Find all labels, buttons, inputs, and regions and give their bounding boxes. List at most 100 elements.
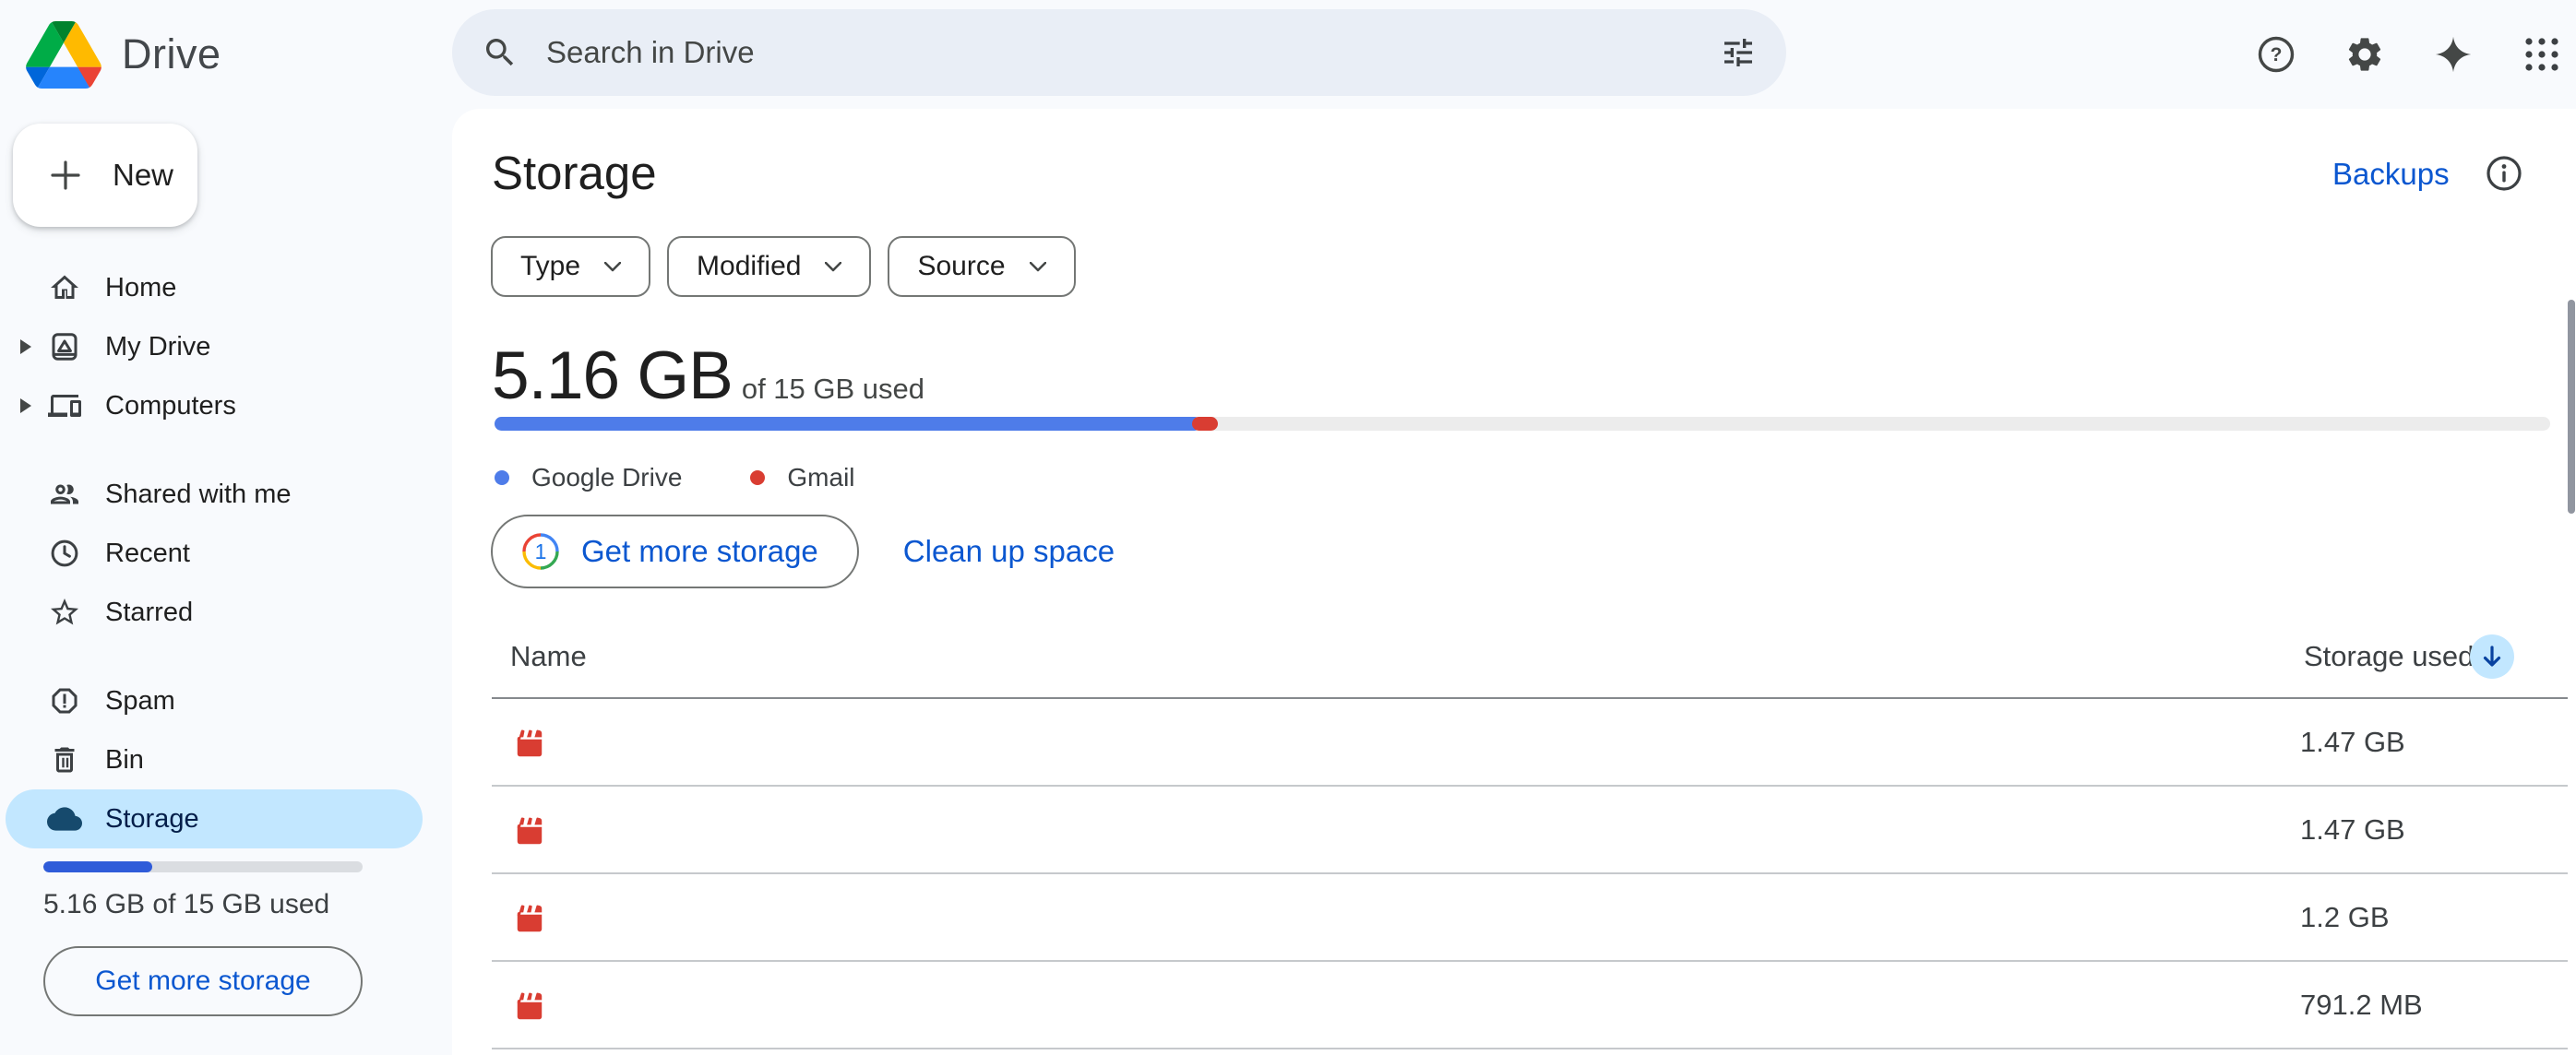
sidebar-nav: Home My Drive (6, 258, 430, 878)
video-file-icon (514, 990, 545, 1021)
gmail-usage-segment (1192, 417, 1218, 431)
computers-icon (46, 387, 83, 424)
name-column-header[interactable]: Name (510, 640, 587, 673)
storage-used-column-header[interactable]: Storage used (2304, 640, 2474, 673)
filter-chip-type[interactable]: Type (491, 236, 650, 297)
drive-triangle-logo-icon (26, 21, 101, 89)
backups-link[interactable]: Backups (2332, 157, 2450, 192)
legend-item-google-drive: Google Drive (495, 463, 682, 492)
svg-text:?: ? (2271, 44, 2283, 65)
sidebar-item-label: Home (105, 273, 176, 303)
main-content: Storage Backups Type Modified Source (452, 109, 2576, 1055)
filter-chips: Type Modified Source (491, 236, 1076, 297)
storage-actions: 1 Get more storage Clean up space (491, 515, 1115, 588)
table-row[interactable]: 1.47 GB (492, 787, 2568, 874)
chevron-down-icon (1030, 262, 1046, 272)
table-row[interactable]: 791.2 MB (492, 962, 2568, 1049)
video-file-icon (514, 727, 545, 758)
usage-legend: Google Drive Gmail (495, 463, 855, 492)
page-title: Storage (492, 146, 657, 200)
vertical-scrollbar[interactable] (2568, 300, 2575, 514)
storage-cloud-icon (46, 800, 83, 837)
sidebar-item-computers[interactable]: Computers (6, 376, 423, 435)
sidebar-storage-label: 5.16 GB of 15 GB used (43, 889, 329, 920)
help-icon[interactable]: ? (2255, 33, 2297, 76)
sidebar-item-bin[interactable]: Bin (6, 730, 423, 789)
file-size: 1.47 GB (2300, 813, 2405, 847)
video-file-icon (514, 902, 545, 933)
filter-chip-modified[interactable]: Modified (667, 236, 871, 297)
get-more-storage-label: Get more storage (581, 534, 818, 569)
file-size: 1.2 GB (2300, 901, 2390, 934)
bin-trash-icon (46, 741, 83, 778)
settings-gear-icon[interactable] (2343, 33, 2386, 76)
new-button[interactable]: New (13, 124, 197, 227)
gemini-spark-icon[interactable] (2432, 33, 2475, 76)
chevron-right-icon[interactable] (20, 398, 31, 413)
sidebar-item-label: My Drive (105, 332, 210, 362)
sidebar-item-home[interactable]: Home (6, 258, 423, 317)
sort-descending-button[interactable] (2470, 634, 2514, 679)
drive-logo[interactable]: Drive (26, 0, 221, 109)
table-header: Name Storage used (492, 616, 2568, 699)
storage-files-table: Name Storage used 1.47 GB (492, 616, 2568, 1049)
sidebar-item-starred[interactable]: Starred (6, 583, 423, 642)
info-icon[interactable] (2484, 153, 2524, 194)
tune-filters-icon[interactable] (1720, 34, 1757, 71)
sidebar-item-spam[interactable]: Spam (6, 671, 423, 730)
sidebar-storage-bar (43, 861, 363, 872)
plus-icon (46, 156, 85, 195)
search-icon[interactable] (482, 34, 519, 71)
star-icon (46, 594, 83, 631)
svg-text:1: 1 (535, 539, 547, 563)
my-drive-icon (46, 328, 83, 365)
file-size: 1.47 GB (2300, 726, 2405, 759)
storage-usage-summary: 5.16 GB of 15 GB used (492, 338, 924, 414)
topbar-actions: ? (2255, 0, 2563, 109)
chevron-down-icon (604, 262, 621, 272)
sidebar-get-more-storage-label: Get more storage (95, 966, 310, 997)
gmail-legend-dot-icon (750, 470, 765, 485)
search-placeholder: Search in Drive (546, 35, 755, 70)
sidebar-storage-fill (43, 861, 152, 872)
filter-chip-source[interactable]: Source (888, 236, 1075, 297)
sidebar-get-more-storage-button[interactable]: Get more storage (43, 946, 363, 1016)
sidebar-item-label: Bin (105, 745, 144, 776)
sidebar-item-label: Starred (105, 598, 193, 628)
drive-usage-segment (495, 417, 1201, 431)
sidebar: New Home M (0, 109, 452, 1055)
storage-usage-bar (495, 417, 2550, 431)
sidebar-item-label: Shared with me (105, 480, 292, 510)
table-row[interactable]: 1.47 GB (492, 699, 2568, 787)
google-drive-storage-page: { "app": { "name": "Drive" }, "topbar": … (0, 0, 2576, 1055)
new-button-label: New (113, 158, 173, 193)
clean-up-space-link[interactable]: Clean up space (903, 534, 1115, 569)
sidebar-item-my-drive[interactable]: My Drive (6, 317, 423, 376)
drive-legend-dot-icon (495, 470, 509, 485)
sidebar-item-label: Storage (105, 804, 199, 835)
sidebar-item-label: Spam (105, 686, 175, 717)
search-input[interactable]: Search in Drive (452, 9, 1786, 96)
get-more-storage-button[interactable]: 1 Get more storage (491, 515, 859, 588)
sidebar-item-recent[interactable]: Recent (6, 524, 423, 583)
chevron-right-icon[interactable] (20, 339, 31, 354)
recent-clock-icon (46, 535, 83, 572)
home-icon (46, 269, 83, 306)
spam-icon (46, 682, 83, 719)
chevron-down-icon (825, 262, 841, 272)
sidebar-item-shared-with-me[interactable]: Shared with me (6, 465, 423, 524)
legend-item-gmail: Gmail (750, 463, 854, 492)
app-title: Drive (122, 30, 221, 78)
apps-grid-icon[interactable] (2521, 33, 2563, 76)
sidebar-item-label: Recent (105, 539, 190, 569)
topbar: Drive Search in Drive ? (0, 0, 2576, 109)
table-row[interactable]: 1.2 GB (492, 874, 2568, 962)
storage-used-suffix: of 15 GB used (742, 373, 924, 406)
google-one-icon: 1 (520, 531, 561, 572)
storage-used-amount: 5.16 GB (492, 338, 733, 414)
arrow-down-icon (2478, 643, 2506, 670)
shared-people-icon (46, 476, 83, 513)
video-file-icon (514, 814, 545, 846)
file-size: 791.2 MB (2300, 989, 2423, 1022)
sidebar-item-storage[interactable]: Storage (6, 789, 423, 848)
